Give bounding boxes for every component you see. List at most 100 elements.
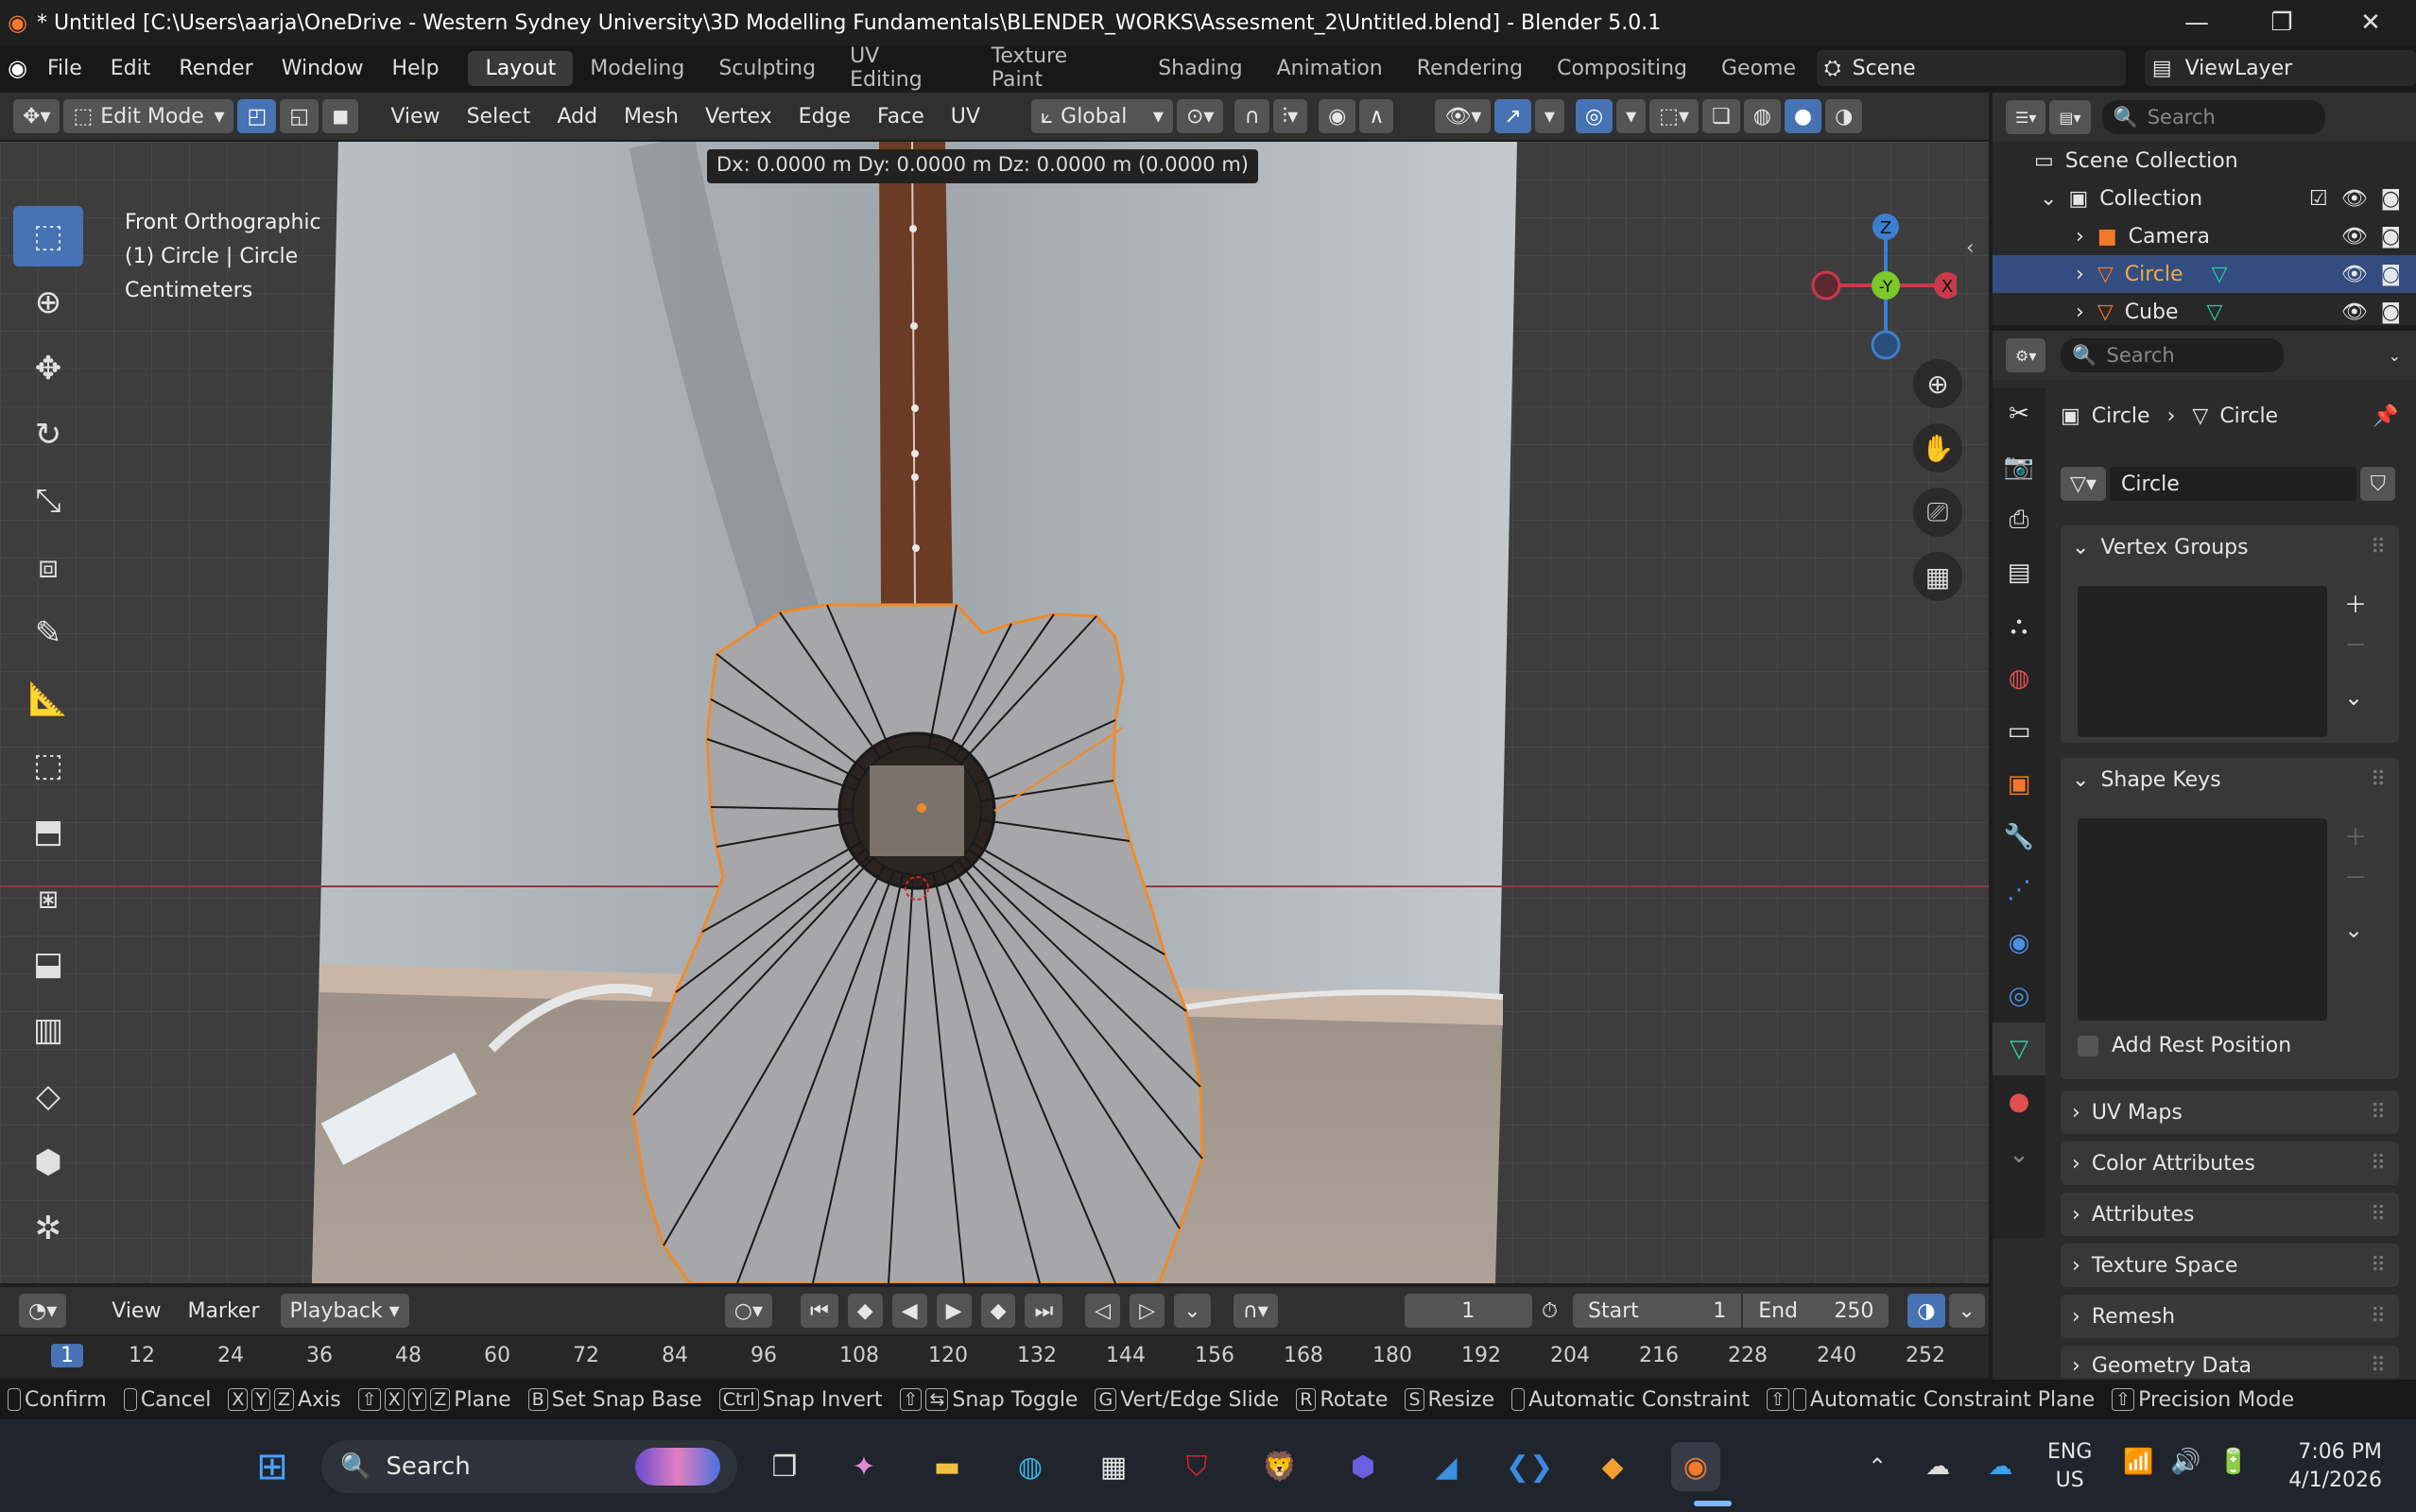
start-windows-icon[interactable]: ⊞ xyxy=(248,1442,297,1491)
onedrive-error-icon[interactable]: ☁ xyxy=(1913,1442,1962,1491)
properties-search-input[interactable]: 🔍 Search xyxy=(2061,338,2285,372)
menu-select[interactable]: Select xyxy=(454,105,544,129)
texture-space-panel[interactable]: › Texture Space ⠿ xyxy=(2061,1244,2399,1287)
git-tool-icon[interactable]: ◆ xyxy=(1588,1442,1637,1491)
select-box-tool[interactable]: ⬚ xyxy=(13,206,83,266)
menu-vertex[interactable]: Vertex xyxy=(692,105,785,129)
collection-checkbox-icon[interactable]: ☑ xyxy=(2309,187,2328,211)
measure-tool[interactable]: 📐 xyxy=(13,669,83,730)
drag-handle-icon[interactable]: ⠿ xyxy=(2371,768,2386,792)
playback-dropdown[interactable]: Playback ▾ xyxy=(280,1294,409,1328)
workspace-tab-uv-editing[interactable]: UV Editing xyxy=(833,39,975,97)
shading-material-button[interactable]: ◑ xyxy=(1825,99,1863,133)
outliner-item-cube[interactable]: › ▽ Cube ▽ 👁 ◙ xyxy=(1993,293,2416,331)
tray-overflow-chevron-icon[interactable]: ⌃ xyxy=(1853,1442,1902,1491)
shading-wireframe-button[interactable]: ◍ xyxy=(1743,99,1781,133)
drag-handle-icon[interactable]: ⠿ xyxy=(2371,1152,2386,1176)
edge-browser-icon[interactable]: ◍ xyxy=(1006,1442,1055,1491)
menu-edit[interactable]: Edit xyxy=(96,57,165,80)
stopwatch-icon[interactable]: ⏱ xyxy=(1542,1299,1558,1323)
toggle-ortho-button[interactable]: ▦ xyxy=(1913,552,1962,601)
collection-visibility-eye-icon[interactable]: 👁 xyxy=(2341,187,2368,211)
world-tab[interactable]: ◍ xyxy=(1993,652,2045,705)
drag-handle-icon[interactable]: ⠿ xyxy=(2371,1305,2386,1329)
sidebar-toggle-arrow[interactable]: ‹ xyxy=(1966,236,1975,260)
material-tab[interactable]: ● xyxy=(1993,1075,2045,1128)
transform-orientation-selector[interactable]: ⟀ Global ▾ xyxy=(1030,99,1173,133)
workspace-tab-layout[interactable]: Layout xyxy=(468,50,574,86)
copilot-icon[interactable]: ✦ xyxy=(839,1442,889,1491)
mode-selector[interactable]: ⬚ Edit Mode ▾ xyxy=(63,99,234,133)
vertex-select-mode-button[interactable]: ◰ xyxy=(237,99,277,133)
file-explorer-icon[interactable]: ▬ xyxy=(923,1442,972,1491)
menu-render[interactable]: Render xyxy=(164,57,267,80)
sync-dropdown[interactable]: ⌄ xyxy=(1948,1294,1985,1328)
camera-visibility-eye-icon[interactable]: 👁 xyxy=(2341,225,2368,249)
pivot-point-button[interactable]: ⊙ ▾ xyxy=(1176,99,1224,133)
scale-tool[interactable]: ⤡ xyxy=(13,471,83,531)
mesh-name-field[interactable]: Circle xyxy=(2109,467,2357,501)
overlay-dropdown[interactable]: ▾ xyxy=(1616,99,1647,133)
overlay-toggle-button[interactable]: ◎ xyxy=(1575,99,1614,133)
keying-record-button[interactable]: ○ ▾ xyxy=(724,1294,772,1328)
sync-toggle-button[interactable]: ◑ xyxy=(1907,1294,1945,1328)
guitar-mesh[interactable] xyxy=(631,603,1204,1283)
mcafee-icon[interactable]: ⛉ xyxy=(1172,1442,1221,1491)
play-reverse-button[interactable]: ◀ xyxy=(891,1294,927,1328)
task-view-icon[interactable]: ❐ xyxy=(760,1442,809,1491)
drag-handle-icon[interactable]: ⠿ xyxy=(2371,1254,2386,1278)
system-tray[interactable]: 📶 🔊 🔋 xyxy=(2123,1448,2249,1476)
mesh-edit-overlay-button[interactable]: ⬚ ▾ xyxy=(1649,99,1699,133)
menu-face[interactable]: Face xyxy=(864,105,938,129)
add-shape-key-button[interactable]: ＋ xyxy=(2344,818,2367,851)
collapse-chevron-icon[interactable]: ⌄ xyxy=(2040,187,2057,211)
render-tab[interactable]: 📷 xyxy=(1993,440,2045,493)
transform-tool[interactable]: ⧈ xyxy=(13,537,83,597)
3d-viewport[interactable]: Dx: 0.0000 m Dy: 0.0000 m Dz: 0.0000 m (… xyxy=(0,142,1989,1283)
menu-view[interactable]: View xyxy=(377,105,453,129)
particles-tab[interactable]: ⋰ xyxy=(1993,864,2045,917)
add-rest-position-checkbox[interactable] xyxy=(2078,1035,2098,1057)
expand-chevron-icon[interactable]: › xyxy=(2076,301,2084,324)
snap-toggle-button[interactable]: ∩ xyxy=(1234,99,1269,133)
constraints-tab[interactable]: ◎ xyxy=(1993,970,2045,1022)
fake-user-button[interactable]: ⛉ xyxy=(2360,467,2395,501)
uv-maps-panel[interactable]: › UV Maps ⠿ xyxy=(2061,1091,2399,1134)
cube-render-icon[interactable]: ◙ xyxy=(2381,301,2401,324)
workspace-tab-animation[interactable]: Animation xyxy=(1260,51,1400,86)
color-attributes-panel[interactable]: › Color Attributes ⠿ xyxy=(2061,1142,2399,1185)
tool-tab[interactable]: ✂ xyxy=(1993,387,2045,440)
blender-taskbar-icon[interactable]: ◉ xyxy=(1671,1442,1720,1491)
shading-solid-button[interactable]: ● xyxy=(1784,99,1822,133)
next-keyframe-step-button[interactable]: ▷ xyxy=(1130,1294,1165,1328)
view-layer-selector[interactable]: ▤ ViewLayer xyxy=(2144,50,2416,86)
menu-window[interactable]: Window xyxy=(267,57,378,80)
remove-shape-key-button[interactable]: － xyxy=(2344,859,2367,892)
timeline-menu-marker[interactable]: Marker xyxy=(174,1299,272,1323)
pin-icon[interactable]: 📌 xyxy=(2373,404,2398,428)
properties-editor-type-button[interactable]: ⚙ ▾ xyxy=(2006,338,2046,372)
shape-key-specials-button[interactable]: ⌄ xyxy=(2344,917,2367,943)
navigation-gizmo[interactable]: Z -Y X xyxy=(1796,208,1957,369)
properties-options-chevron-icon[interactable]: ⌄ xyxy=(2389,347,2401,365)
jump-prev-keyframe-button[interactable]: ◆ xyxy=(847,1294,883,1328)
gizmo-dropdown[interactable]: ▾ xyxy=(1534,99,1564,133)
vertex-groups-list[interactable] xyxy=(2078,586,2327,737)
loop-cut-tool[interactable]: ▥ xyxy=(13,1000,83,1060)
remove-vertex-group-button[interactable]: － xyxy=(2344,627,2367,660)
menu-mesh[interactable]: Mesh xyxy=(611,105,692,129)
brave-browser-icon[interactable]: 🦁 xyxy=(1255,1442,1304,1491)
proportional-edit-button[interactable]: ◉ xyxy=(1319,99,1356,133)
menu-edge[interactable]: Edge xyxy=(785,105,864,129)
circle-visibility-eye-icon[interactable]: 👁 xyxy=(2341,263,2368,286)
remesh-panel[interactable]: › Remesh ⠿ xyxy=(2061,1295,2399,1338)
snap-target-button[interactable]: ⫶ ▾ xyxy=(1272,99,1308,133)
editor-type-button[interactable]: ✥ ▾ xyxy=(13,99,60,133)
more-tabs-chevron[interactable]: ⌄ xyxy=(1993,1128,2045,1181)
vscode-icon[interactable]: ❮❯ xyxy=(1505,1442,1554,1491)
collection-render-camera-icon[interactable]: ◙ xyxy=(2381,187,2401,211)
object-visibility-button[interactable]: 👁 ▾ xyxy=(1435,99,1492,133)
collection-row[interactable]: ⌄ ▣ Collection ☑ 👁 ◙ xyxy=(1993,180,2416,217)
prev-keyframe-step-button[interactable]: ◁ xyxy=(1085,1294,1121,1328)
proton-vpn-icon[interactable]: ⬢ xyxy=(1338,1442,1388,1491)
